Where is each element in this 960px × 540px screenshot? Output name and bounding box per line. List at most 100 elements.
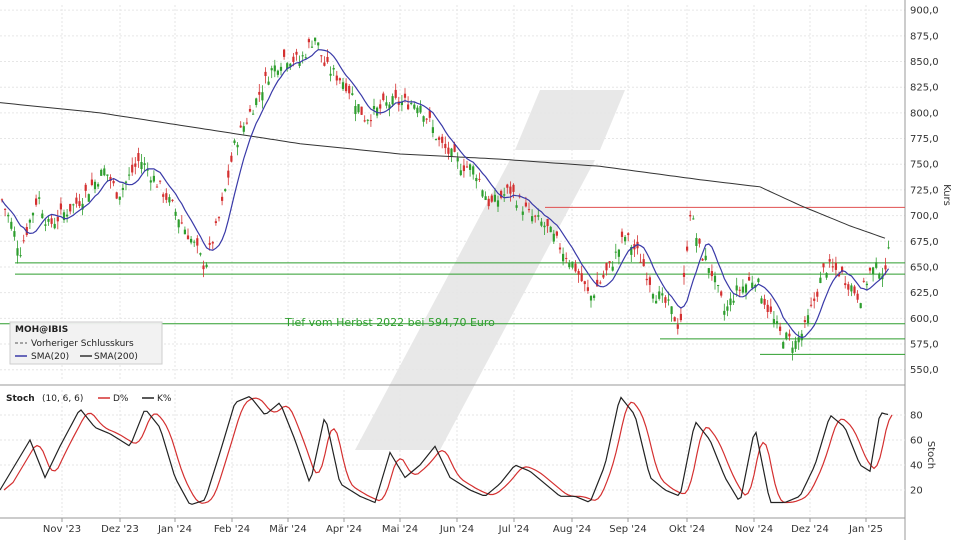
candle-body [760,298,763,304]
candle-body [589,295,593,301]
candle-body [602,274,605,278]
candle-body [689,215,692,217]
candle-body [279,66,283,71]
candle-body [422,116,425,122]
stoch-legend-k: K% [157,394,172,404]
candle-body [763,298,766,305]
candle-body [155,186,159,188]
candle-body [788,333,791,337]
candle-body [276,70,279,75]
candle-body [283,49,286,57]
candle-body [391,96,394,105]
stoch-legend-d: D% [113,394,129,404]
candle-body [267,81,270,85]
stoch-title: Stoch [6,394,35,404]
candle-body [124,181,128,183]
candle-body [171,199,174,201]
candle-body [59,203,62,210]
x-tick-label: Jan '24 [157,524,192,535]
candle-body [828,259,831,262]
candle-body [329,73,332,76]
candle-body [868,267,872,271]
candle-body [7,214,10,217]
candle-body [515,205,518,208]
candle-body [586,287,589,291]
candle-body [140,162,143,170]
candle-body [410,103,413,105]
candle-body [10,221,13,229]
candle-body [779,326,782,331]
x-tick-label: Feb '24 [214,524,250,535]
candle-body [112,180,115,184]
candle-body [295,51,298,55]
candle-body [16,248,19,256]
candle-body [372,106,376,110]
price-tick-label: 650,0 [910,262,939,273]
candle-body [183,229,186,235]
price-tick-label: 700,0 [910,211,939,222]
candle-body [317,42,320,46]
candle-body [149,180,152,183]
candle-body [224,189,227,192]
candle-body [611,266,614,271]
candle-body [475,177,478,182]
candle-body [568,262,571,268]
x-tick-label: Jul '24 [498,524,530,535]
candle-body [816,291,819,297]
candle-body [357,104,360,113]
candle-body [686,246,689,251]
candle-body [490,195,493,202]
candle-body [159,180,162,182]
price-tick-label: 850,0 [910,57,939,68]
candle-body [655,300,658,304]
candle-body [174,211,177,216]
candle-body [645,278,648,281]
candle-body [862,280,865,282]
candle-body [131,164,134,173]
annotation-tief: Tief vom Herbst 2022 bei 594,70 Euro [284,316,495,329]
candle-body [28,219,31,223]
candle-body [301,55,304,57]
candle-body [682,272,686,277]
candle-body [487,198,490,207]
candle-body [245,122,248,124]
candle-body [345,83,348,92]
candle-body [444,143,447,149]
candle-body [35,198,38,205]
candle-body [242,126,245,132]
candle-body [872,267,875,275]
candle-body [667,299,670,301]
candle-body [394,89,397,98]
candle-body [87,194,90,202]
price-tick-label: 750,0 [910,160,939,171]
stoch-ylabel: Stoch [925,441,936,469]
candle-body [320,55,323,57]
candle-body [503,194,506,196]
stoch-params: (10, 6, 6) [42,394,83,404]
candle-body [304,57,307,59]
candle-body [506,184,509,188]
price-tick-label: 775,0 [910,134,939,145]
candle-body [856,293,859,300]
candle-body [577,271,580,275]
candle-body [847,284,850,290]
candle-body [425,118,428,120]
candle-body [813,298,816,301]
x-tick-label: Dez '23 [101,524,139,535]
candle-body [292,56,295,62]
candle-body [782,342,785,349]
candle-body [382,93,385,100]
candle-body [379,104,382,109]
candle-body [512,184,515,192]
candle-body [103,168,106,176]
price-y-ticks: 550,0 575,0 600,0 625,0 650,0 675,0 700,0 725,0… [910,6,939,377]
candle-body [118,196,121,200]
candle-body [664,297,667,303]
candle-body [605,263,608,271]
candle-body [484,196,487,201]
price-tick-label: 800,0 [910,108,939,119]
candle-body [552,233,555,242]
candle-body [217,217,221,219]
candle-body [698,238,701,244]
price-tick-label: 575,0 [910,340,939,351]
